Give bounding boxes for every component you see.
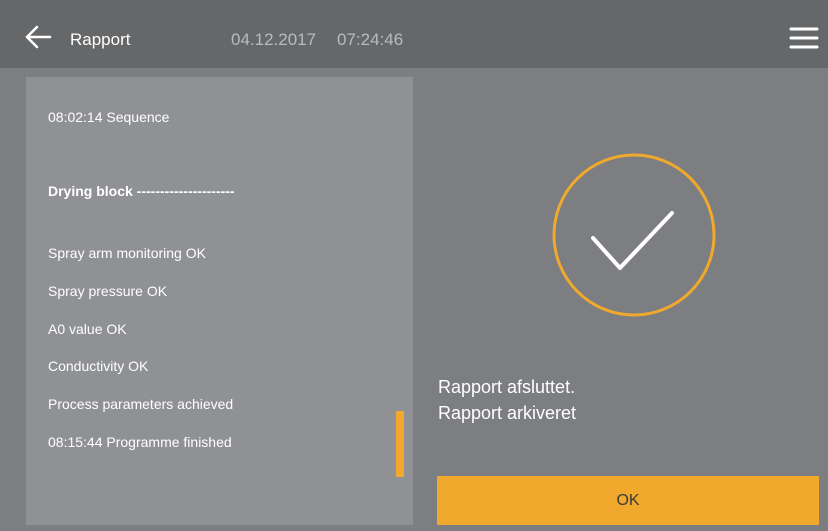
- page-title: Rapport: [70, 30, 131, 49]
- log-line: 08:02:14 Sequence: [48, 109, 170, 125]
- arrow-left-icon: [25, 25, 52, 49]
- menu-button[interactable]: [780, 22, 820, 54]
- log-line: Spray pressure OK: [48, 283, 168, 299]
- checkmark-circle-icon: [552, 153, 716, 317]
- header-time: 07:24:46: [337, 30, 404, 49]
- report-screen: Rapport 04.12.2017 07:24:46 08:02:14 Seq…: [0, 0, 828, 531]
- back-button[interactable]: [18, 21, 52, 51]
- log-line: Process parameters achieved: [48, 396, 234, 412]
- header-date: 04.12.2017: [231, 30, 317, 49]
- status-message-completed: Rapport afsluttet.: [438, 377, 576, 397]
- log-section-heading: Drying block ---------------------: [48, 183, 235, 199]
- header-bar: Rapport 04.12.2017 07:24:46: [0, 0, 828, 68]
- log-line: A0 value OK: [48, 321, 127, 337]
- hamburger-menu-icon: [789, 27, 819, 49]
- log-line: Spray arm monitoring OK: [48, 245, 206, 261]
- log-line: 08:15:44 Programme finished: [48, 434, 232, 450]
- log-line: Conductivity OK: [48, 358, 149, 374]
- status-message-archived: Rapport arkiveret: [438, 403, 577, 423]
- ok-button[interactable]: OK: [437, 476, 819, 525]
- scrollbar-thumb[interactable]: [396, 411, 404, 477]
- report-log-panel[interactable]: 08:02:14 Sequence Drying block ---------…: [26, 77, 413, 525]
